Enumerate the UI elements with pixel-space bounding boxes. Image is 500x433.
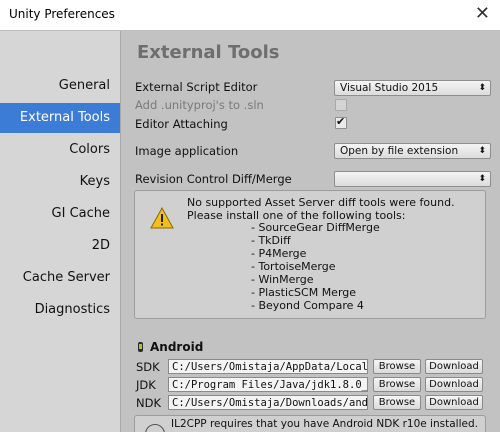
revision-control-label: Revision Control Diff/Merge	[135, 172, 292, 186]
diff-tools-help-box: No supported Asset Server diff tools wer…	[134, 190, 486, 319]
tool-item: - WinMerge	[251, 273, 314, 286]
editor-attaching-checkbox[interactable]: ✔	[335, 115, 347, 129]
page-title: External Tools	[137, 42, 280, 63]
ndk-label: NDK	[136, 396, 161, 410]
image-application-value: Open by file extension	[340, 145, 459, 157]
add-unityproj-checkbox[interactable]	[335, 99, 347, 111]
sidebar-item-gi-cache[interactable]: GI Cache	[0, 199, 120, 229]
close-icon[interactable]: ✕	[475, 4, 490, 24]
jdk-browse-button[interactable]: Browse	[373, 377, 421, 392]
warning-icon	[150, 207, 174, 229]
add-unityproj-label: Add .unityproj's to .sln	[135, 98, 264, 112]
tool-item: - PlasticSCM Merge	[251, 286, 357, 299]
revision-control-dropdown[interactable]: ⬍	[334, 171, 491, 187]
ndk-browse-button[interactable]: Browse	[373, 395, 421, 410]
jdk-path-field[interactable]: C:/Program Files/Java/jdk1.8.0_101	[168, 377, 368, 392]
image-application-dropdown[interactable]: Open by file extension ⬍	[334, 143, 491, 159]
sidebar-item-colors[interactable]: Colors	[0, 135, 120, 165]
sdk-path-field[interactable]: C:/Users/Omistaja/AppData/Local/Android/…	[168, 359, 368, 374]
script-editor-label: External Script Editor	[135, 80, 258, 94]
help-line-1: No supported Asset Server diff tools wer…	[187, 196, 455, 209]
il2cpp-note: IL2CPP requires that you have Android ND…	[171, 418, 478, 430]
sidebar-item-external-tools[interactable]: External Tools	[0, 103, 120, 133]
sidebar-item-diagnostics[interactable]: Diagnostics	[0, 295, 120, 325]
help-message: No supported Asset Server diff tools wer…	[187, 196, 455, 222]
jdk-download-button[interactable]: Download	[425, 377, 483, 392]
jdk-label: JDK	[136, 378, 156, 392]
tool-item: - Beyond Compare 4	[251, 299, 364, 312]
script-editor-dropdown[interactable]: Visual Studio 2015 ⬍	[334, 80, 491, 96]
checkmark-icon: ✔	[336, 115, 346, 128]
sidebar-item-general[interactable]: General	[0, 71, 120, 101]
updown-arrow-icon: ⬍	[478, 174, 486, 184]
tool-item: - TortoiseMerge	[251, 260, 336, 273]
sidebar-item-keys[interactable]: Keys	[0, 167, 120, 197]
il2cpp-info-box: IL2CPP requires that you have Android ND…	[134, 415, 486, 432]
image-application-label: Image application	[135, 144, 239, 158]
android-icon	[138, 342, 143, 352]
tool-item: - TkDiff	[251, 234, 291, 247]
sdk-download-button[interactable]: Download	[425, 359, 483, 374]
window-title: Unity Preferences	[9, 7, 115, 21]
info-icon	[145, 424, 165, 432]
ndk-download-button[interactable]: Download	[425, 395, 483, 410]
editor-attaching-label: Editor Attaching	[135, 117, 228, 131]
sdk-label: SDK	[136, 360, 160, 374]
title-bar: Unity Preferences ✕	[0, 0, 500, 30]
sidebar-item-2d[interactable]: 2D	[0, 231, 120, 261]
updown-arrow-icon: ⬍	[478, 83, 486, 93]
tool-item: - P4Merge	[251, 247, 307, 260]
android-section-title: Android	[150, 340, 204, 354]
sidebar-item-cache-server[interactable]: Cache Server	[0, 263, 120, 293]
tool-item: - SourceGear DiffMerge	[251, 221, 380, 234]
sdk-browse-button[interactable]: Browse	[373, 359, 421, 374]
script-editor-value: Visual Studio 2015	[340, 82, 439, 94]
external-tools-panel: External Tools External Script Editor Vi…	[121, 31, 500, 432]
updown-arrow-icon: ⬍	[478, 146, 486, 156]
preferences-sidebar: General External Tools Colors Keys GI Ca…	[0, 31, 121, 432]
ndk-path-field[interactable]: C:/Users/Omistaja/Downloads/android-ndk-…	[168, 395, 368, 410]
